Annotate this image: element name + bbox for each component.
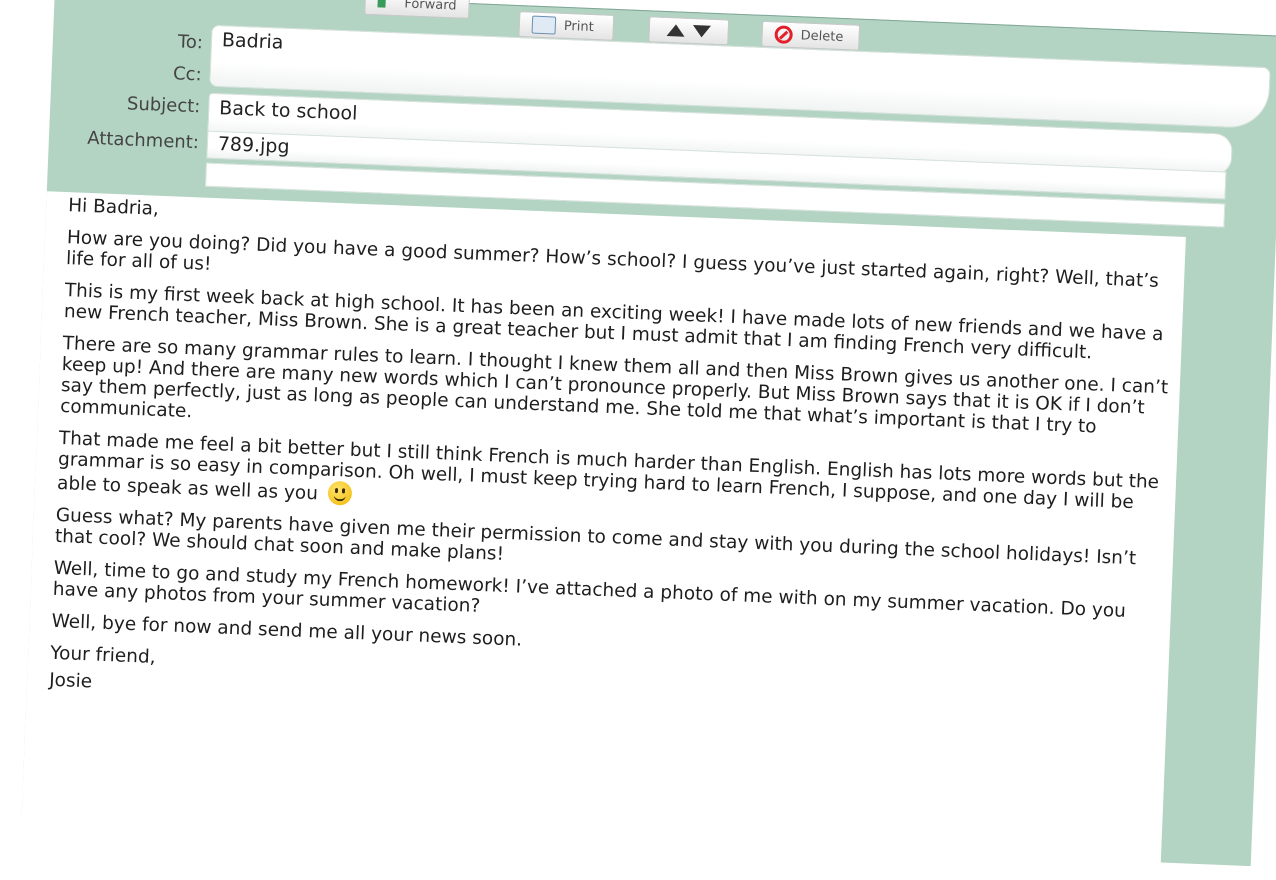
message-body: Hi Badria, How are you doing? Did you ha… — [48, 195, 1187, 747]
delete-button[interactable]: Delete — [761, 20, 861, 51]
forward-label: Forward — [404, 0, 457, 14]
delete-label: Delete — [800, 27, 844, 45]
attachment-value: 789.jpg — [217, 133, 290, 158]
forward-icon — [377, 0, 397, 9]
print-icon — [531, 15, 557, 35]
arrow-down-icon[interactable] — [692, 25, 711, 38]
smiley-emoji-icon — [327, 480, 353, 506]
arrow-up-icon[interactable] — [666, 23, 686, 37]
navigate-buttons[interactable] — [648, 16, 730, 46]
email-window: Forward Print Delete To: Cc: Badria Subj… — [21, 0, 1276, 877]
print-label: Print — [563, 18, 595, 35]
print-button[interactable]: Print — [518, 11, 615, 41]
to-value: Badria — [221, 29, 284, 54]
subject-value: Back to school — [218, 97, 358, 125]
delete-icon — [774, 25, 794, 45]
